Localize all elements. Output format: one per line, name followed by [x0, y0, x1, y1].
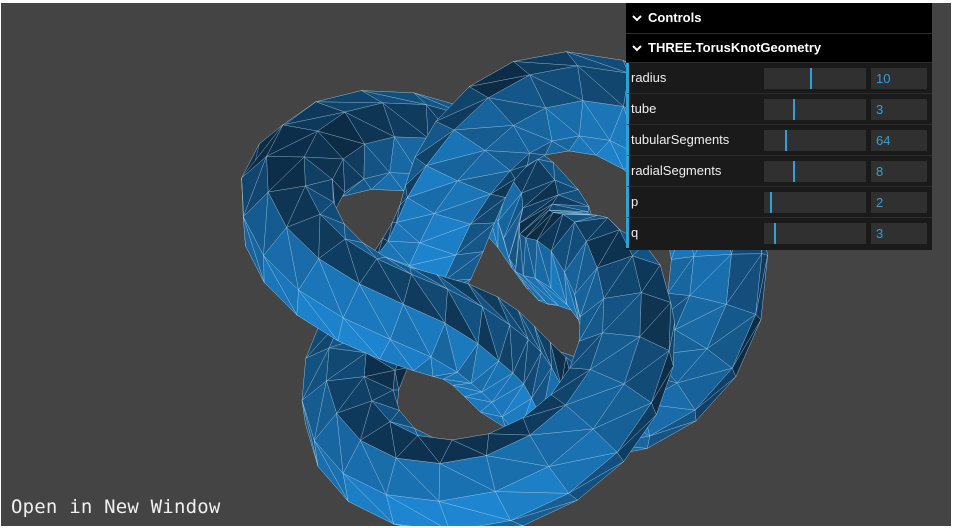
controls-panel: Controls THREE.TorusKnotGeometry radius …: [626, 3, 932, 250]
chevron-down-icon: [632, 45, 642, 52]
q-input[interactable]: [871, 223, 927, 244]
folder-title-torusknot[interactable]: THREE.TorusKnotGeometry: [626, 34, 932, 63]
radius-slider[interactable]: [764, 68, 866, 89]
control-label-radius: radius: [631, 70, 667, 85]
slider-handle[interactable]: [774, 223, 776, 244]
controls-title-bar[interactable]: Controls: [626, 3, 932, 34]
tubularsegments-slider[interactable]: [764, 130, 866, 151]
control-row-radius: radius: [626, 63, 932, 94]
radialsegments-input[interactable]: [871, 161, 927, 182]
control-label-radialsegments: radialSegments: [631, 163, 722, 178]
tube-input[interactable]: [871, 99, 927, 120]
q-slider[interactable]: [764, 223, 866, 244]
control-row-tube: tube: [626, 94, 932, 125]
chevron-down-icon: [632, 15, 642, 22]
open-in-new-window-link[interactable]: Open in New Window: [11, 496, 221, 518]
p-input[interactable]: [871, 192, 927, 213]
control-row-tubularsegments: tubularSegments: [626, 125, 932, 156]
slider-handle[interactable]: [793, 99, 795, 120]
tube-slider[interactable]: [764, 99, 866, 120]
p-slider[interactable]: [764, 192, 866, 213]
control-label-tube: tube: [631, 101, 657, 116]
controls-title: Controls: [648, 10, 702, 25]
slider-handle[interactable]: [793, 161, 795, 182]
control-row-radialsegments: radialSegments: [626, 156, 932, 187]
control-label-p: p: [631, 194, 639, 209]
tubularsegments-input[interactable]: [871, 130, 927, 151]
slider-handle[interactable]: [810, 68, 812, 89]
slider-handle[interactable]: [770, 192, 772, 213]
slider-handle[interactable]: [785, 130, 787, 151]
control-row-p: p: [626, 187, 932, 218]
control-label-tubularsegments: tubularSegments: [631, 132, 730, 147]
control-label-q: q: [631, 225, 639, 240]
control-row-q: q: [626, 218, 932, 248]
folder-title-label: THREE.TorusKnotGeometry: [648, 40, 822, 55]
controls-list: radius tube tubularSegments radialSegmen…: [626, 63, 932, 250]
radius-input[interactable]: [871, 68, 927, 89]
radialsegments-slider[interactable]: [764, 161, 866, 182]
